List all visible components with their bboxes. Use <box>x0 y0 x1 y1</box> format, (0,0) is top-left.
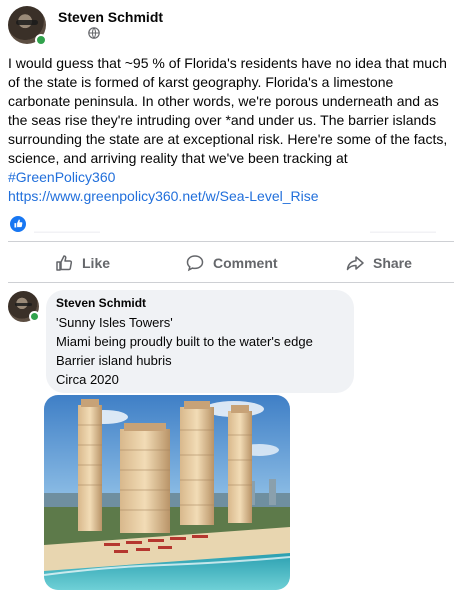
like-label: Like <box>82 255 111 271</box>
like-button[interactable]: Like <box>54 248 110 278</box>
photo-sunny-isles-towers <box>44 395 290 590</box>
like-reaction-icon[interactable] <box>9 215 27 233</box>
share-button[interactable]: Share <box>345 248 412 278</box>
comment-line-3: Barrier island hubris <box>56 353 172 368</box>
post-author-name[interactable]: Steven Schmidt <box>58 9 163 25</box>
comment-line-4: Circa 2020 <box>56 372 119 387</box>
share-label: Share <box>373 255 412 271</box>
online-status-dot <box>35 34 47 46</box>
globe-icon[interactable] <box>88 27 100 39</box>
actions-top-divider <box>8 241 454 242</box>
hashtag-link[interactable]: #GreenPolicy360 <box>8 169 115 185</box>
comment-button[interactable]: Comment <box>185 248 278 278</box>
thumbs-up-icon <box>56 255 73 271</box>
share-arrow-icon <box>346 256 364 271</box>
comment-line-2: Miami being proudly built to the water's… <box>56 334 313 349</box>
commenter-online-dot <box>29 311 40 322</box>
external-link[interactable]: https://www.greenpolicy360.net/w/Sea-Lev… <box>8 188 319 204</box>
reactions-count-faint: —————— <box>34 226 100 238</box>
comment-label: Comment <box>213 255 278 271</box>
post-text-main: I would guess that ~95 % of Florida's re… <box>8 55 448 166</box>
comment-bubble: Steven Schmidt 'Sunny Isles Towers' Miam… <box>46 290 354 393</box>
comment-photo[interactable] <box>44 395 290 590</box>
comment-author-name[interactable]: Steven Schmidt <box>56 296 146 310</box>
actions-bottom-divider <box>8 282 454 283</box>
comment-line-1: 'Sunny Isles Towers' <box>56 315 173 330</box>
facebook-post: Steven Schmidt I would guess that ~95 % … <box>0 0 462 599</box>
post-body-text: I would guess that ~95 % of Florida's re… <box>8 54 448 206</box>
comments-count-faint: —————— <box>370 226 436 238</box>
comment-icon <box>186 255 204 272</box>
